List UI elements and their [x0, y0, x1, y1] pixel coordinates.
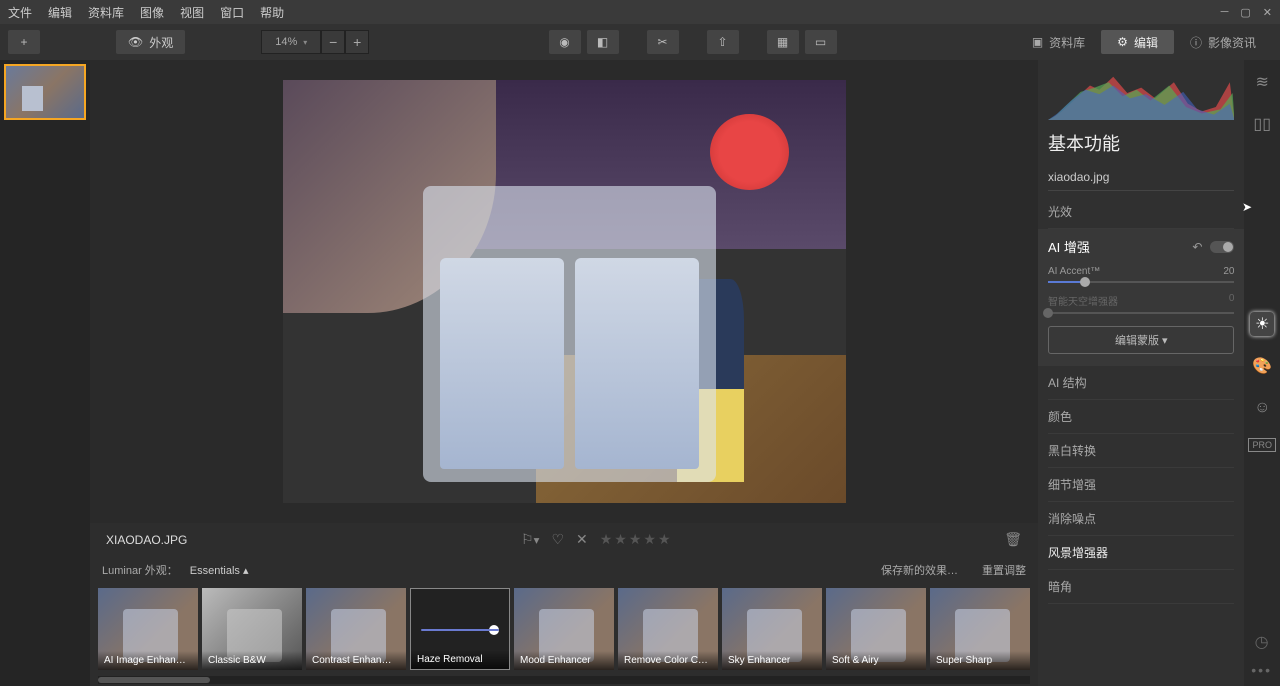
save-preset-button[interactable]: 保存新的效果… — [881, 562, 958, 578]
undo-icon[interactable]: ↶ — [1192, 240, 1202, 254]
preset-super-sharp[interactable]: Super Sharp — [930, 588, 1030, 670]
menu-file[interactable]: 文件 — [8, 4, 32, 21]
compare-button[interactable]: ◧ — [587, 30, 619, 54]
portrait-tool-icon[interactable]: ☺ — [1250, 396, 1274, 420]
preset-strip: AI Image Enhan… Classic B&W Contrast Enh… — [90, 584, 1038, 674]
ai-accent-value: 20 — [1223, 266, 1234, 277]
menu-help[interactable]: 帮助 — [260, 4, 284, 21]
minimize-icon[interactable]: ─ — [1221, 6, 1229, 19]
single-view-button[interactable]: ▭ — [805, 30, 837, 54]
sky-enhance-label: 智能天空增强器 — [1048, 293, 1118, 308]
star-3[interactable]: ★ — [629, 531, 642, 548]
presets-category[interactable]: Essentials ▴ — [190, 564, 249, 577]
sky-enhance-value: 0 — [1229, 293, 1235, 308]
pro-tool-icon[interactable]: PRO — [1248, 438, 1276, 452]
toolbar: + 👁 外观 14%▾ − + ◉ ◧ ✂ ⇧ ▦ ▭ ▣ 资料库 ⚙ — [0, 24, 1280, 60]
window-controls: ─ ▢ ✕ — [1221, 6, 1272, 19]
info-bar: XIAODAO.JPG ⚐▾ ♡ ✕ ★ ★ ★ ★ ★ 🗑 — [90, 523, 1038, 556]
ai-enhance-toggle[interactable] — [1210, 241, 1234, 253]
edit-panel: 基本功能 xiaodao.jpg 光效 AI 增强 ↶ AI Accent™ 2… — [1038, 60, 1244, 686]
menu-window[interactable]: 窗口 — [220, 4, 244, 21]
filename-label: XIAODAO.JPG — [106, 533, 187, 547]
export-button[interactable]: ⇧ — [707, 30, 739, 54]
tab-edit[interactable]: ⚙ 编辑 — [1101, 30, 1174, 54]
section-vignette[interactable]: 暗角 — [1048, 570, 1234, 604]
look-button[interactable]: 👁 外观 — [116, 30, 185, 54]
history-icon[interactable]: ◷ — [1255, 632, 1269, 652]
star-rating: ★ ★ ★ ★ ★ — [600, 531, 671, 548]
info-icon: ⓘ — [1190, 34, 1202, 51]
creative-tool-icon[interactable]: 🎨 — [1250, 354, 1274, 378]
preview-button[interactable]: ◉ — [549, 30, 581, 54]
section-landscape[interactable]: 风景增强器 — [1048, 536, 1234, 570]
reject-icon[interactable]: ✕ — [576, 531, 588, 548]
ai-accent-slider[interactable] — [1048, 281, 1234, 283]
ai-enhance-title[interactable]: AI 增强 — [1048, 237, 1090, 256]
section-light[interactable]: 光效 — [1048, 195, 1234, 229]
titlebar: 文件 编辑 资料库 图像 视图 窗口 帮助 ─ ▢ ✕ — [0, 0, 1280, 24]
section-color[interactable]: 颜色 — [1048, 400, 1234, 434]
preset-sky[interactable]: Sky Enhancer — [722, 588, 822, 670]
presets-header: Luminar 外观： Essentials ▴ 保存新的效果… 重置调整 — [90, 556, 1038, 584]
menu-bar: 文件 编辑 资料库 图像 视图 窗口 帮助 — [8, 4, 284, 21]
maximize-icon[interactable]: ▢ — [1240, 6, 1250, 19]
canvas-tool-icon[interactable]: ▯▯ — [1250, 112, 1274, 136]
tab-info[interactable]: ⓘ 影像资讯 — [1174, 30, 1272, 54]
preset-mood[interactable]: Mood Enhancer — [514, 588, 614, 670]
preset-contrast[interactable]: Contrast Enhan… — [306, 588, 406, 670]
heart-icon[interactable]: ♡ — [551, 531, 564, 548]
section-ai-enhance: AI 增强 ↶ AI Accent™ 20 智能天空增强器 — [1038, 229, 1244, 366]
preset-remove-color[interactable]: Remove Color C… — [618, 588, 718, 670]
zoom-in-button[interactable]: + — [345, 30, 369, 54]
library-icon: ▣ — [1032, 35, 1043, 49]
zoom-out-button[interactable]: − — [321, 30, 345, 54]
section-detail[interactable]: 细节增强 — [1048, 468, 1234, 502]
reset-button[interactable]: 重置调整 — [982, 562, 1026, 578]
grid-view-button[interactable]: ▦ — [767, 30, 799, 54]
zoom-control: 14%▾ − + — [261, 30, 369, 54]
crop-button[interactable]: ✂ — [647, 30, 679, 54]
section-ai-structure[interactable]: AI 结构 — [1048, 366, 1234, 400]
preset-soft-airy[interactable]: Soft & Airy — [826, 588, 926, 670]
trash-icon[interactable]: 🗑 — [1004, 531, 1022, 548]
canvas[interactable] — [90, 60, 1038, 523]
preset-haze-removal[interactable]: Haze Removal — [410, 588, 510, 670]
look-label: 外观 — [149, 34, 173, 51]
filmstrip — [0, 60, 90, 686]
menu-library[interactable]: 资料库 — [88, 4, 124, 21]
star-2[interactable]: ★ — [614, 531, 627, 548]
main-image — [283, 80, 846, 503]
sliders-icon: ⚙ — [1117, 35, 1128, 49]
ai-accent-label: AI Accent™ — [1048, 266, 1100, 277]
section-denoise[interactable]: 消除噪点 — [1048, 502, 1234, 536]
sky-enhance-slider[interactable] — [1048, 312, 1234, 314]
eye-icon: 👁 — [128, 35, 143, 49]
basic-title: 基本功能 — [1048, 130, 1234, 156]
tab-library[interactable]: ▣ 资料库 — [1016, 30, 1101, 54]
preset-scrollbar[interactable] — [98, 676, 1030, 684]
preset-classic-bw[interactable]: Classic B&W — [202, 588, 302, 670]
thumbnail-selected[interactable] — [4, 64, 86, 120]
more-icon[interactable]: ••• — [1251, 662, 1272, 678]
menu-image[interactable]: 图像 — [140, 4, 164, 21]
tool-sidebar: ≋ ▯▯ ☀ 🎨 ☺ PRO — [1244, 60, 1280, 686]
star-5[interactable]: ★ — [658, 531, 671, 548]
layers-icon[interactable]: ≋ — [1250, 70, 1274, 94]
menu-edit[interactable]: 编辑 — [48, 4, 72, 21]
star-1[interactable]: ★ — [600, 531, 613, 548]
panel-filename: xiaodao.jpg — [1048, 164, 1234, 191]
zoom-display[interactable]: 14%▾ — [261, 30, 321, 54]
preset-ai-enhance[interactable]: AI Image Enhan… — [98, 588, 198, 670]
essentials-tool-icon[interactable]: ☀ — [1250, 312, 1274, 336]
close-icon[interactable]: ✕ — [1263, 6, 1272, 19]
histogram[interactable] — [1048, 66, 1234, 120]
add-button[interactable]: + — [8, 30, 40, 54]
edit-mask-button[interactable]: 编辑蒙版 ▾ — [1048, 326, 1234, 354]
menu-view[interactable]: 视图 — [180, 4, 204, 21]
flag-icon[interactable]: ⚐▾ — [521, 531, 539, 548]
section-bw[interactable]: 黑白转换 — [1048, 434, 1234, 468]
presets-label: Luminar 外观： — [102, 562, 178, 578]
star-4[interactable]: ★ — [643, 531, 656, 548]
